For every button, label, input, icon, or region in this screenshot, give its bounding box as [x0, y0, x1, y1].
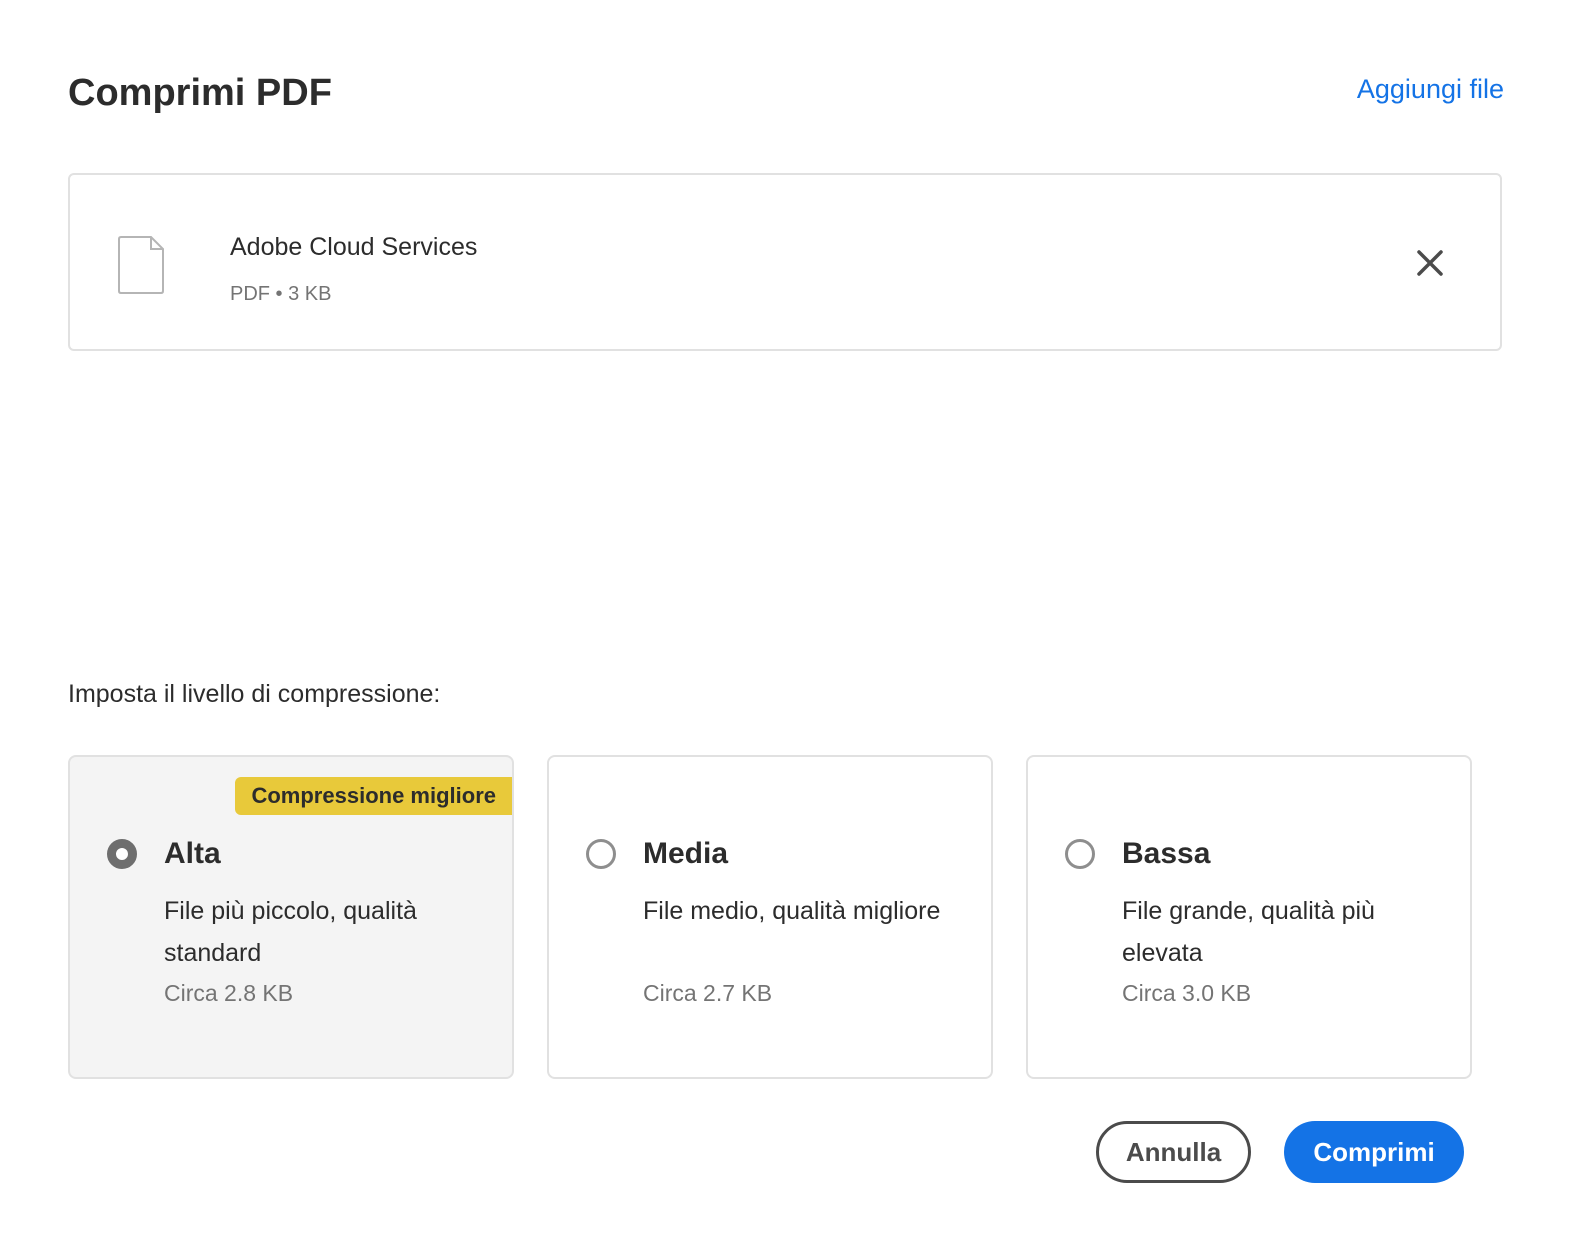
- best-compression-badge: Compressione migliore: [235, 777, 512, 815]
- option-size: Circa 2.7 KB: [643, 980, 773, 1006]
- page-title: Comprimi PDF: [68, 72, 332, 114]
- compress-button[interactable]: Comprimi: [1284, 1121, 1464, 1183]
- radio-bassa[interactable]: [1065, 839, 1095, 869]
- cancel-button[interactable]: Annulla: [1096, 1121, 1251, 1183]
- radio-alta[interactable]: [107, 839, 137, 869]
- option-description: File più piccolo, qualità standard: [164, 897, 417, 967]
- compression-option-alta[interactable]: Compressione migliore Alta File più picc…: [68, 755, 514, 1079]
- file-card: Adobe Cloud Services PDF • 3 KB: [68, 173, 1502, 351]
- document-icon: [117, 235, 165, 295]
- compression-option-media[interactable]: Media File medio, qualità migliore Circa…: [547, 755, 993, 1079]
- option-size: Circa 3.0 KB: [1122, 980, 1252, 1006]
- compress-pdf-dialog: Comprimi PDF Aggiungi file Adobe Cloud S…: [0, 0, 1572, 1240]
- file-name: Adobe Cloud Services: [230, 233, 478, 261]
- compression-level-label: Imposta il livello di compressione:: [68, 680, 441, 708]
- option-title: Alta: [164, 837, 221, 870]
- radio-media[interactable]: [586, 839, 616, 869]
- option-description: File medio, qualità migliore: [643, 897, 941, 925]
- option-title: Bassa: [1122, 837, 1211, 870]
- close-icon: [1412, 250, 1448, 284]
- compression-option-bassa[interactable]: Bassa File grande, qualità più elevata C…: [1026, 755, 1472, 1079]
- file-meta: PDF • 3 KB: [230, 283, 332, 305]
- remove-file-button[interactable]: [1412, 245, 1448, 281]
- option-size: Circa 2.8 KB: [164, 980, 294, 1006]
- add-file-link[interactable]: Aggiungi file: [1357, 70, 1504, 108]
- option-title: Media: [643, 837, 729, 870]
- option-description: File grande, qualità più elevata: [1122, 897, 1375, 967]
